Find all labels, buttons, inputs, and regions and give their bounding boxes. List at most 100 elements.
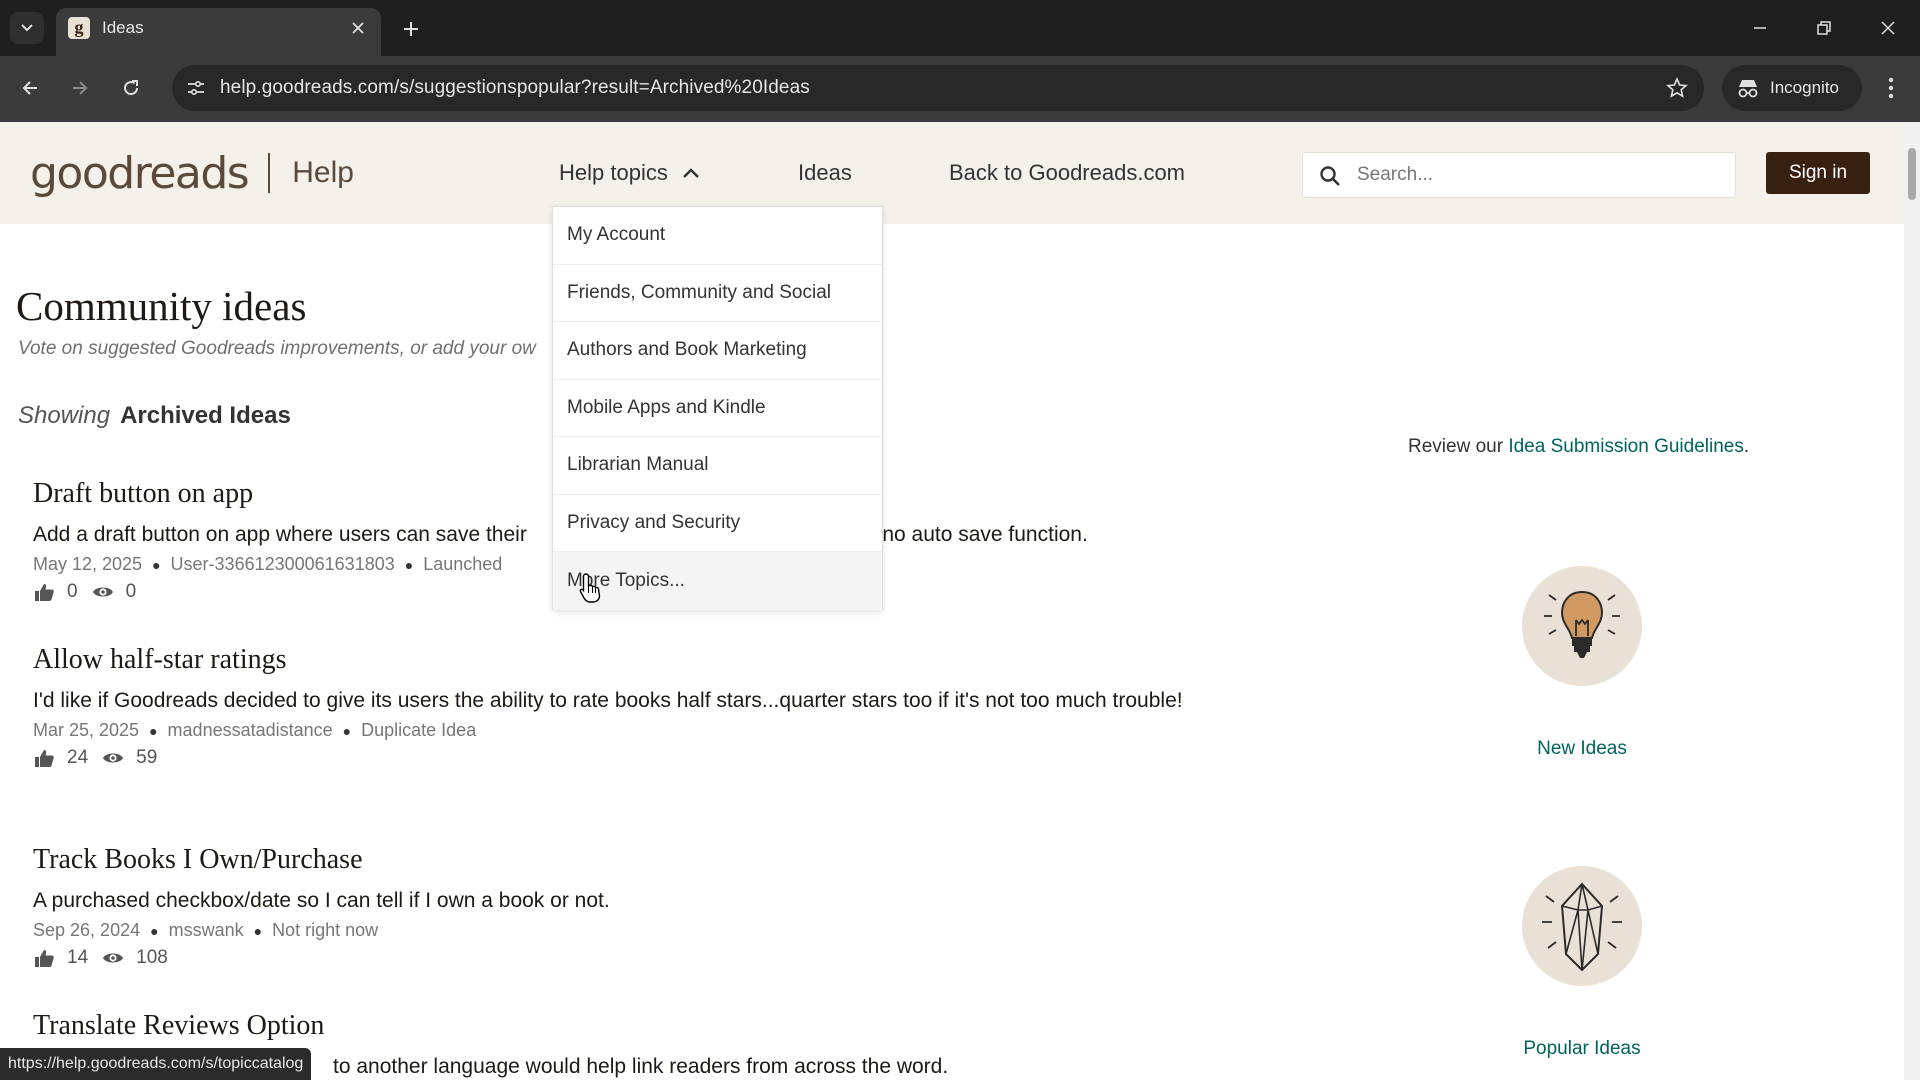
separator-dot: ● <box>149 722 158 739</box>
browser-menu-button[interactable] <box>1876 70 1906 106</box>
goodreads-favicon-icon: g <box>68 17 90 39</box>
idea-author[interactable]: msswank <box>169 920 244 941</box>
nav-help-topics-label: Help topics <box>559 160 668 185</box>
close-tab-button[interactable] <box>347 17 369 39</box>
idea-status: Not right now <box>272 920 379 940</box>
view-count: 59 <box>136 747 158 768</box>
forward-icon <box>73 81 88 95</box>
incognito-icon <box>1738 80 1758 98</box>
new-ideas-link[interactable]: New Ideas <box>1422 738 1742 760</box>
help-topics-dropdown: My Account Friends, Community and Social… <box>552 206 883 610</box>
showing-value[interactable]: Archived Ideas <box>120 402 291 429</box>
more-menu-icon <box>1888 77 1894 99</box>
page-title: Community ideas <box>16 283 307 329</box>
plus-icon <box>404 22 418 36</box>
sign-in-button[interactable]: Sign in <box>1766 152 1870 194</box>
nav-help-topics[interactable]: Help topics <box>559 160 700 186</box>
logo-wordmark: goodreads <box>30 147 250 199</box>
idea-author[interactable]: madnessatadistance <box>168 720 333 741</box>
dropdown-item-mobile-kindle[interactable]: Mobile Apps and Kindle <box>553 380 882 437</box>
browser-tab[interactable]: g Ideas <box>56 8 381 56</box>
site-info-button[interactable] <box>180 73 212 103</box>
showing-label: Showing <box>18 402 111 429</box>
new-tab-button[interactable] <box>396 14 426 44</box>
idea-title[interactable]: Track Books I Own/Purchase <box>33 844 1193 876</box>
guidelines-link[interactable]: Idea Submission Guidelines <box>1508 436 1744 457</box>
idea-meta: Sep 26, 2024 ● msswank ● Not right now <box>33 920 1193 941</box>
window-close-icon <box>1881 21 1895 35</box>
showing-filter: Showing Archived Ideas <box>18 402 291 430</box>
guidelines-suffix: . <box>1743 436 1750 457</box>
idea-meta: Mar 25, 2025 ● madnessatadistance ● Duplic… <box>33 720 1193 741</box>
site-info-icon <box>188 80 204 96</box>
dropdown-item-friends-community[interactable]: Friends, Community and Social <box>553 265 882 322</box>
idea-stats: 14 108 <box>33 947 1193 969</box>
window-close-button[interactable] <box>1868 10 1908 46</box>
idea-stats: 24 59 <box>33 747 1193 769</box>
url-text: help.goodreads.com/s/suggestionspopular?… <box>220 77 810 98</box>
dropdown-item-my-account[interactable]: My Account <box>553 207 882 265</box>
search-input[interactable] <box>1357 153 1727 197</box>
popular-ideas-link[interactable]: Popular Ideas <box>1422 1038 1742 1060</box>
lightbulb-icon <box>1544 590 1620 658</box>
logo-help-label: Help <box>292 156 354 189</box>
nav-back-label: Back to Goodreads.com <box>949 160 1186 185</box>
incognito-indicator[interactable]: Incognito <box>1722 65 1862 111</box>
view-count: 108 <box>136 947 168 968</box>
scrollbar-thumb[interactable] <box>1908 148 1916 200</box>
browser-toolbar: help.goodreads.com/s/suggestionspopular?… <box>0 56 1920 122</box>
popular-ideas-badge[interactable] <box>1522 866 1642 986</box>
dropdown-item-authors-marketing[interactable]: Authors and Book Marketing <box>553 322 882 380</box>
dropdown-item-librarian-manual[interactable]: Librarian Manual <box>553 437 882 495</box>
back-icon <box>22 81 37 95</box>
idea-title[interactable]: Allow half-star ratings <box>33 644 1193 676</box>
tab-search-button[interactable] <box>10 12 44 44</box>
goodreads-help-logo[interactable]: goodreads Help <box>30 147 354 199</box>
idea-body: A purchased checkbox/date so I can tell … <box>33 889 610 912</box>
idea-author[interactable]: User-336612300061631803 <box>171 554 395 575</box>
idea-title[interactable]: Translate Reviews Option <box>33 1010 1193 1042</box>
minimize-icon <box>1754 27 1766 29</box>
link-status-bar: https://help.goodreads.com/s/topiccatalo… <box>0 1048 312 1080</box>
idea-date: Sep 26, 2024 <box>33 920 141 940</box>
incognito-label: Incognito <box>1770 78 1839 97</box>
idea-status: Duplicate Idea <box>361 720 477 740</box>
guidelines-prefix: Review our <box>1408 436 1509 457</box>
bookmark-button[interactable] <box>1664 75 1690 101</box>
page-viewport: goodreads Help Help topics Ideas Back to… <box>0 122 1920 1080</box>
eye-icon <box>103 953 124 963</box>
idea-date: May 12, 2025 <box>33 554 143 574</box>
restore-icon <box>1817 21 1831 35</box>
close-icon <box>352 22 364 34</box>
like-count: 24 <box>67 747 89 768</box>
idea-body: I'd like if Goodreads decided to give it… <box>33 689 1183 712</box>
view-count: 0 <box>125 581 137 602</box>
separator-dot: ● <box>253 922 263 939</box>
forward-button[interactable] <box>62 70 98 106</box>
separator-dot: ● <box>150 922 159 939</box>
hand-pointer-cursor-icon <box>579 573 601 603</box>
crystal-icon <box>1542 882 1622 972</box>
search-box[interactable] <box>1302 152 1736 198</box>
reload-icon <box>124 80 139 96</box>
search-icon <box>1320 166 1340 186</box>
thumbs-up-icon[interactable] <box>33 748 55 768</box>
reload-button[interactable] <box>113 70 149 106</box>
page-subtitle: Vote on suggested Goodreads improvements… <box>18 338 536 359</box>
idea-item: Track Books I Own/Purchase A purchased c… <box>33 844 1193 969</box>
thumbs-up-icon[interactable] <box>33 582 55 602</box>
address-bar[interactable]: help.goodreads.com/s/suggestionspopular?… <box>172 65 1704 111</box>
nav-back-to-goodreads[interactable]: Back to Goodreads.com <box>949 160 1185 186</box>
minimize-button[interactable] <box>1740 10 1780 46</box>
dropdown-item-privacy-security[interactable]: Privacy and Security <box>553 495 882 552</box>
restore-button[interactable] <box>1804 10 1844 46</box>
nav-ideas[interactable]: Ideas <box>798 160 852 186</box>
like-count: 0 <box>67 581 78 602</box>
thumbs-up-icon[interactable] <box>33 948 55 968</box>
separator-dot: ● <box>152 556 161 573</box>
back-button[interactable] <box>12 70 48 106</box>
star-icon <box>1666 77 1688 98</box>
page-scrollbar[interactable] <box>1904 122 1920 1080</box>
site-header: goodreads Help Help topics Ideas Back to… <box>0 122 1904 224</box>
new-ideas-badge[interactable] <box>1522 566 1642 686</box>
